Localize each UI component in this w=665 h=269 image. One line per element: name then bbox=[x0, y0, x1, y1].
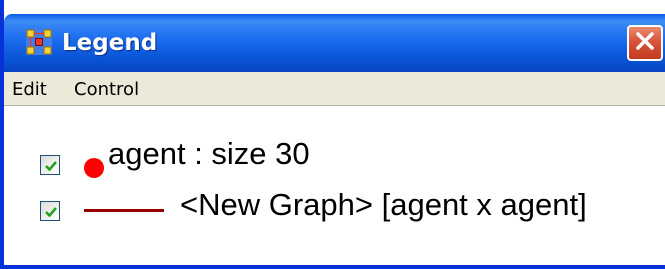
legend-label-graph: <New Graph> [agent x agent] bbox=[180, 187, 587, 222]
legend-checkbox-agent[interactable] bbox=[40, 155, 60, 175]
edge-line-icon bbox=[84, 209, 164, 212]
legend-label-agent: agent : size 30 bbox=[108, 136, 310, 171]
title-bar[interactable]: Legend bbox=[4, 14, 665, 72]
menu-edit[interactable]: Edit bbox=[12, 79, 47, 100]
node-network-icon bbox=[26, 29, 52, 55]
legend-checkbox-graph[interactable] bbox=[40, 201, 60, 221]
close-icon bbox=[634, 30, 656, 57]
red-dot-icon bbox=[84, 158, 104, 178]
checkmark-icon bbox=[45, 161, 57, 172]
legend-window: Legend Edit Control agent : size 30 <New… bbox=[0, 0, 665, 269]
checkmark-icon bbox=[45, 207, 57, 218]
menu-control[interactable]: Control bbox=[74, 79, 139, 100]
close-button[interactable] bbox=[627, 25, 663, 61]
legend-list: agent : size 30 <New Graph> [agent x age… bbox=[4, 107, 665, 265]
window-title: Legend bbox=[62, 30, 158, 56]
menu-bar: Edit Control bbox=[4, 72, 665, 106]
